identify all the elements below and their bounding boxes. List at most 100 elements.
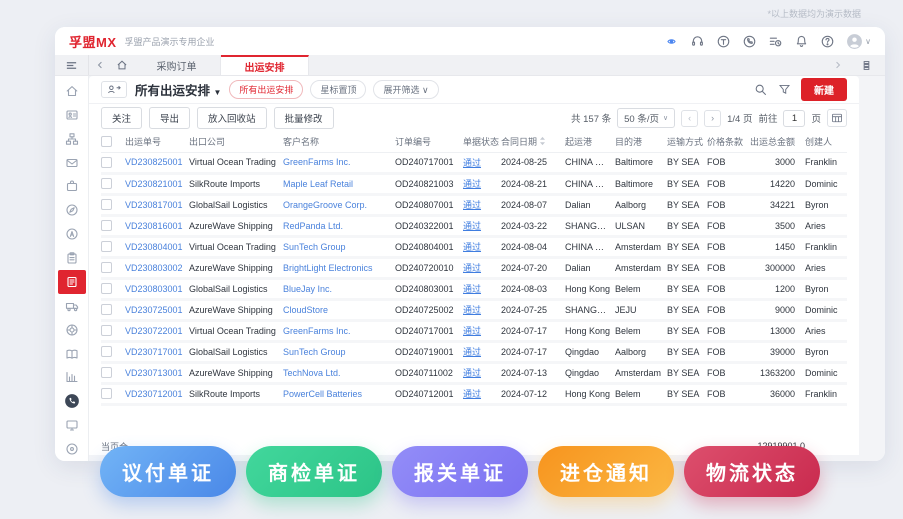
sort-icon[interactable] <box>539 136 546 148</box>
view-share-icon[interactable] <box>101 81 127 98</box>
sidebar-item-truck[interactable] <box>60 294 84 318</box>
sidebar-item-circle-a[interactable] <box>60 222 84 246</box>
row-checkbox[interactable] <box>101 367 112 378</box>
customer-cell[interactable]: OrangeGroove Corp. <box>283 194 395 217</box>
row-checkbox[interactable] <box>101 199 112 210</box>
sidebar-item-monitor[interactable] <box>60 413 84 437</box>
shipment-id-cell[interactable]: VD230803002 <box>125 257 189 280</box>
quick-action-button[interactable]: 报关单证 <box>392 446 528 497</box>
status-link[interactable]: 通过 <box>463 158 481 168</box>
status-cell[interactable]: 通过 <box>463 341 501 364</box>
sidebar-item-compass[interactable] <box>60 198 84 222</box>
sidebar-item-shipping-doc[interactable] <box>57 270 86 294</box>
tab-home-icon[interactable] <box>111 55 133 75</box>
sidebar-item-target[interactable] <box>60 437 84 461</box>
shipment-id-cell[interactable]: VD230803001 <box>125 278 189 301</box>
customer-cell[interactable]: BrightLight Electronics <box>283 257 395 280</box>
shipment-id-cell[interactable]: VD230816001 <box>125 215 189 238</box>
shipment-id-cell[interactable]: VD230817001 <box>125 194 189 217</box>
status-link[interactable]: 通过 <box>463 368 481 378</box>
status-link[interactable]: 通过 <box>463 347 481 357</box>
sidebar-item-contacts[interactable] <box>60 103 84 127</box>
shipment-id-cell[interactable]: VD230717001 <box>125 341 189 364</box>
shipment-id-cell[interactable]: VD230804001 <box>125 236 189 259</box>
row-checkbox[interactable] <box>101 178 112 189</box>
column-settings-icon[interactable] <box>827 109 847 127</box>
help-icon[interactable] <box>820 34 835 49</box>
phone-icon[interactable] <box>742 34 757 49</box>
tab-back-icon[interactable] <box>89 55 111 75</box>
sidebar-item-whatsapp[interactable] <box>60 389 84 413</box>
ticket-icon[interactable] <box>716 34 731 49</box>
customer-cell[interactable]: GreenFarms Inc. <box>283 320 395 343</box>
row-checkbox[interactable] <box>101 346 112 357</box>
tab-2[interactable]: 出运安排 <box>221 55 309 75</box>
status-link[interactable]: 通过 <box>463 179 481 189</box>
row-checkbox[interactable] <box>101 262 112 273</box>
customer-cell[interactable]: RedPanda Ltd. <box>283 215 395 238</box>
page-size-select[interactable]: 50 条/页 ∨ <box>617 108 676 128</box>
sidebar-item-clipboard[interactable] <box>60 246 84 270</box>
view-title[interactable]: 所有出运安排 ▼ <box>135 80 221 99</box>
status-link[interactable]: 通过 <box>463 242 481 252</box>
row-checkbox[interactable] <box>101 283 112 294</box>
sidebar-item-mail[interactable] <box>60 151 84 175</box>
customer-cell[interactable]: TechNova Ltd. <box>283 362 395 385</box>
sidebar-item-home[interactable] <box>60 79 84 103</box>
visibility-icon[interactable] <box>664 34 679 49</box>
sidebar-item-org[interactable] <box>60 127 84 151</box>
customer-cell[interactable]: CloudStore <box>283 299 395 322</box>
avatar-icon[interactable]: ∨ <box>846 33 871 50</box>
status-link[interactable]: 通过 <box>463 389 481 399</box>
row-checkbox[interactable] <box>101 304 112 315</box>
customer-cell[interactable]: BlueJay Inc. <box>283 278 395 301</box>
status-cell[interactable]: 通过 <box>463 320 501 343</box>
shipment-id-cell[interactable]: VD230722001 <box>125 320 189 343</box>
status-cell[interactable]: 通过 <box>463 362 501 385</box>
toolbar-button[interactable]: 关注 <box>101 107 143 129</box>
customer-cell[interactable]: Maple Leaf Retail <box>283 173 395 196</box>
filter-pill[interactable]: 展开筛选 ∨ <box>373 80 439 99</box>
status-cell[interactable]: 通过 <box>463 194 501 217</box>
status-cell[interactable]: 通过 <box>463 236 501 259</box>
customer-cell[interactable]: GreenFarms Inc. <box>283 152 395 175</box>
headset-icon[interactable] <box>690 34 705 49</box>
bell-icon[interactable] <box>794 34 809 49</box>
status-cell[interactable]: 通过 <box>463 152 501 175</box>
status-cell[interactable]: 通过 <box>463 383 501 406</box>
filter-pill[interactable]: 所有出运安排 <box>229 80 304 99</box>
sidebar-item-bag[interactable] <box>60 175 84 199</box>
status-link[interactable]: 通过 <box>463 200 481 210</box>
quick-action-button[interactable]: 进仓通知 <box>538 446 674 497</box>
filter-funnel-icon[interactable] <box>778 83 791 96</box>
sidebar-item-chart[interactable] <box>60 366 84 390</box>
row-checkbox[interactable] <box>101 241 112 252</box>
shipment-id-cell[interactable]: VD230713001 <box>125 362 189 385</box>
sidebar-item-lifebuoy[interactable] <box>60 318 84 342</box>
next-page-button[interactable]: › <box>704 109 722 127</box>
toolbar-button[interactable]: 放入回收站 <box>197 107 267 129</box>
menu-hamburger-icon[interactable] <box>55 55 89 75</box>
filter-pill[interactable]: 星标置顶 <box>310 80 367 99</box>
customer-cell[interactable]: PowerCell Batteries <box>283 383 395 406</box>
status-cell[interactable]: 通过 <box>463 278 501 301</box>
new-record-button[interactable]: 新建 <box>801 78 847 101</box>
status-cell[interactable]: 通过 <box>463 215 501 238</box>
tab-forward-icon[interactable] <box>827 60 849 70</box>
status-cell[interactable]: 通过 <box>463 299 501 322</box>
toolbar-button[interactable]: 批量修改 <box>273 107 334 129</box>
customer-cell[interactable]: SunTech Group <box>283 341 395 364</box>
status-link[interactable]: 通过 <box>463 305 481 315</box>
status-cell[interactable]: 通过 <box>463 257 501 280</box>
row-checkbox[interactable] <box>101 220 112 231</box>
status-link[interactable]: 通过 <box>463 221 481 231</box>
row-checkbox[interactable] <box>101 325 112 336</box>
toolbar-button[interactable]: 导出 <box>149 107 191 129</box>
shipment-id-cell[interactable]: VD230712001 <box>125 383 189 406</box>
search-icon[interactable] <box>754 83 768 97</box>
goto-page-input[interactable] <box>783 109 806 127</box>
status-link[interactable]: 通过 <box>463 326 481 336</box>
shipment-id-cell[interactable]: VD230725001 <box>125 299 189 322</box>
history-icon[interactable] <box>768 34 783 49</box>
quick-action-button[interactable]: 物流状态 <box>684 446 820 497</box>
